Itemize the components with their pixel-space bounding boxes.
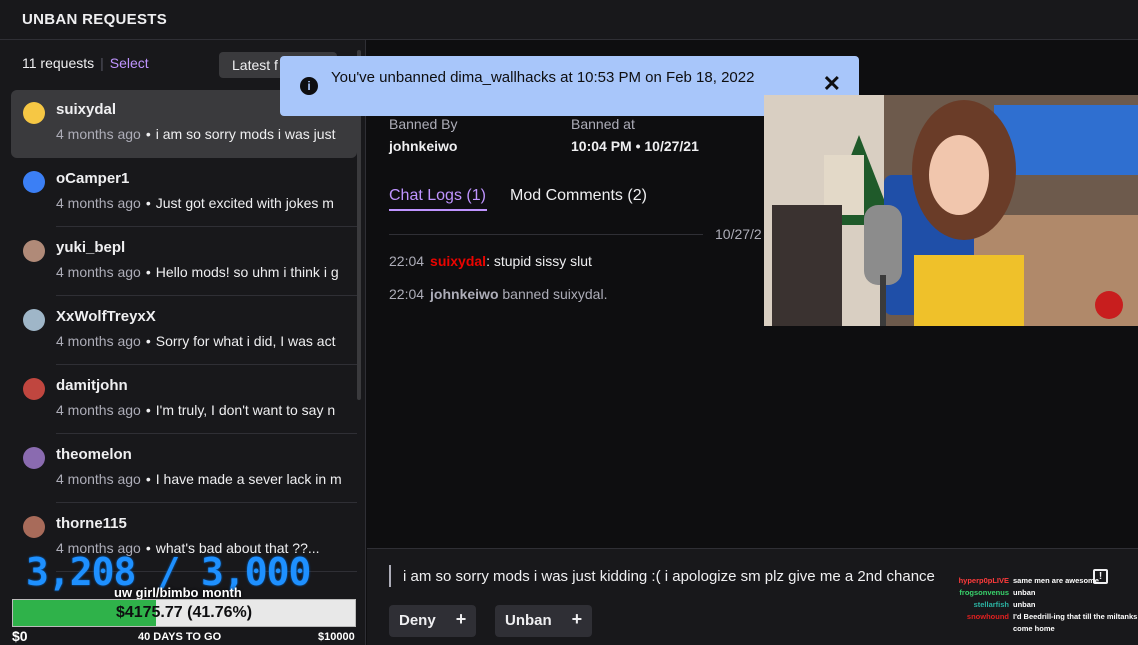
chat-text: unban (1013, 588, 1036, 597)
bullet: • (145, 402, 151, 418)
close-icon[interactable]: ✕ (823, 72, 841, 96)
avatar (23, 171, 45, 193)
log-username[interactable]: johnkeiwo (430, 286, 498, 302)
requests-header: 11 requests | Select (22, 55, 149, 71)
bullet: • (145, 333, 151, 349)
avatar (23, 516, 45, 538)
request-time: 4 months ago (56, 126, 141, 142)
banned-at-value: 10:04 PM • 10/27/21 (571, 138, 699, 154)
request-time: 4 months ago (56, 402, 141, 418)
divider (56, 295, 357, 296)
banned-by-value: johnkeiwo (389, 138, 458, 154)
request-message: i am so sorry mods i was just kidding :(… (403, 568, 935, 585)
active-tab-indicator (389, 209, 487, 211)
divider (56, 502, 357, 503)
request-username: yuki_bepl (56, 239, 126, 256)
sub-goal-label: uw girl/bimbo month (114, 585, 242, 600)
webcam-video (764, 95, 1138, 326)
bullet: • (145, 126, 151, 142)
avatar (23, 447, 45, 469)
log-text: banned suixydal. (498, 286, 608, 302)
request-preview: I have made a sever lack in m (155, 471, 342, 487)
tab-chat-logs[interactable]: Chat Logs (1) (389, 187, 486, 205)
chat-text: same men are awesome (1013, 576, 1099, 585)
request-preview: Hello mods! so uhm i think i g (155, 264, 339, 280)
request-username: damitjohn (56, 377, 128, 394)
chat-row: snowhound I'd Beedrill-ing that till the … (955, 611, 1138, 623)
stream-chat-overlay: hyperp0pLIVE same men are awesome frogson… (955, 575, 1138, 645)
chat-text: I'd Beedrill-ing that till the miltanks (1013, 612, 1138, 621)
divider (56, 226, 357, 227)
deny-button[interactable]: Deny + (389, 605, 477, 637)
request-item[interactable]: XxWolfTreyxX 4 months ago • Sorry for what… (11, 297, 357, 365)
separator: | (100, 55, 104, 71)
plus-icon: + (455, 609, 467, 629)
chat-log-line: 22:04 suixydal: stupid sissy slut (389, 253, 592, 269)
divider (56, 433, 357, 434)
request-username: theomelon (56, 446, 132, 463)
plus-icon: + (571, 609, 583, 629)
avatar (23, 378, 45, 400)
request-item[interactable]: yuki_bepl 4 months ago • Hello mods! so uh… (11, 228, 357, 296)
request-username: suixydal (56, 101, 117, 118)
chat-row: come home (955, 623, 1138, 635)
request-item[interactable]: theomelon 4 months ago • I have made a sev… (11, 435, 357, 503)
log-date: 10/27/2 (715, 226, 762, 242)
request-time: 4 months ago (56, 333, 141, 349)
bullet: • (145, 471, 151, 487)
request-username: XxWolfTreyxX (56, 308, 156, 325)
chat-row: frogsonvenus unban (955, 587, 1138, 599)
request-username: oCamper1 (56, 170, 130, 187)
request-username: thorne115 (56, 515, 127, 532)
chat-text: come home (1013, 624, 1055, 633)
bullet: • (145, 264, 151, 280)
chat-log-line: 22:04 johnkeiwo banned suixydal. (389, 286, 607, 302)
divider (56, 364, 357, 365)
date-divider (389, 234, 703, 235)
deny-label: Deny (399, 612, 436, 629)
tab-mod-comments[interactable]: Mod Comments (2) (510, 187, 647, 205)
avatar (23, 102, 45, 124)
top-bar: UNBAN REQUESTS (0, 0, 1138, 40)
banned-by-label: Banned By (389, 116, 458, 132)
chat-row: stellarfish unban (955, 599, 1138, 611)
request-preview: i am so sorry mods i was just (155, 126, 336, 142)
request-time: 4 months ago (56, 264, 141, 280)
request-item[interactable]: oCamper1 4 months ago • Just got excited w… (11, 159, 357, 227)
page-title: UNBAN REQUESTS (22, 11, 168, 28)
request-preview: I'm truly, I don't want to say n (155, 402, 336, 418)
request-time: 4 months ago (56, 471, 141, 487)
avatar (23, 240, 45, 262)
chat-user: hyperp0pLIVE (958, 576, 1009, 585)
request-preview: Just got excited with jokes m (155, 195, 334, 211)
goal-end: $10000 (318, 631, 355, 643)
request-time: 4 months ago (56, 195, 141, 211)
select-link[interactable]: Select (110, 55, 149, 71)
chat-user: stellarfish (973, 600, 1009, 609)
donation-goal-bar: $4175.77 (41.76%) (12, 599, 356, 627)
toast-message: You've unbanned dima_wallhacks at 10:53 … (331, 69, 755, 86)
avatar (23, 309, 45, 331)
chat-user: snowhound (966, 612, 1009, 621)
quote-bar (389, 565, 391, 587)
unban-label: Unban (505, 612, 552, 629)
chat-row: hyperp0pLIVE same men are awesome (955, 575, 1138, 587)
log-time: 22:04 (389, 286, 425, 302)
log-time: 22:04 (389, 253, 425, 269)
bullet: • (145, 195, 151, 211)
log-username[interactable]: suixydal (430, 253, 486, 269)
chat-text: unban (1013, 600, 1036, 609)
goal-amount: $4175.77 (41.76%) (115, 604, 253, 621)
request-count: 11 requests (22, 55, 95, 71)
info-icon: i (300, 77, 318, 95)
unban-button[interactable]: Unban + (495, 605, 593, 637)
banned-at-label: Banned at (571, 116, 635, 132)
chat-user: frogsonvenus (959, 588, 1009, 597)
request-preview: Sorry for what i did, I was act (155, 333, 336, 349)
log-text: : stupid sissy slut (486, 253, 592, 269)
goal-start: $0 (12, 628, 28, 644)
request-item[interactable]: damitjohn 4 months ago • I'm truly, I don'… (11, 366, 357, 434)
goal-days-left: 40 DAYS TO GO (138, 631, 222, 643)
